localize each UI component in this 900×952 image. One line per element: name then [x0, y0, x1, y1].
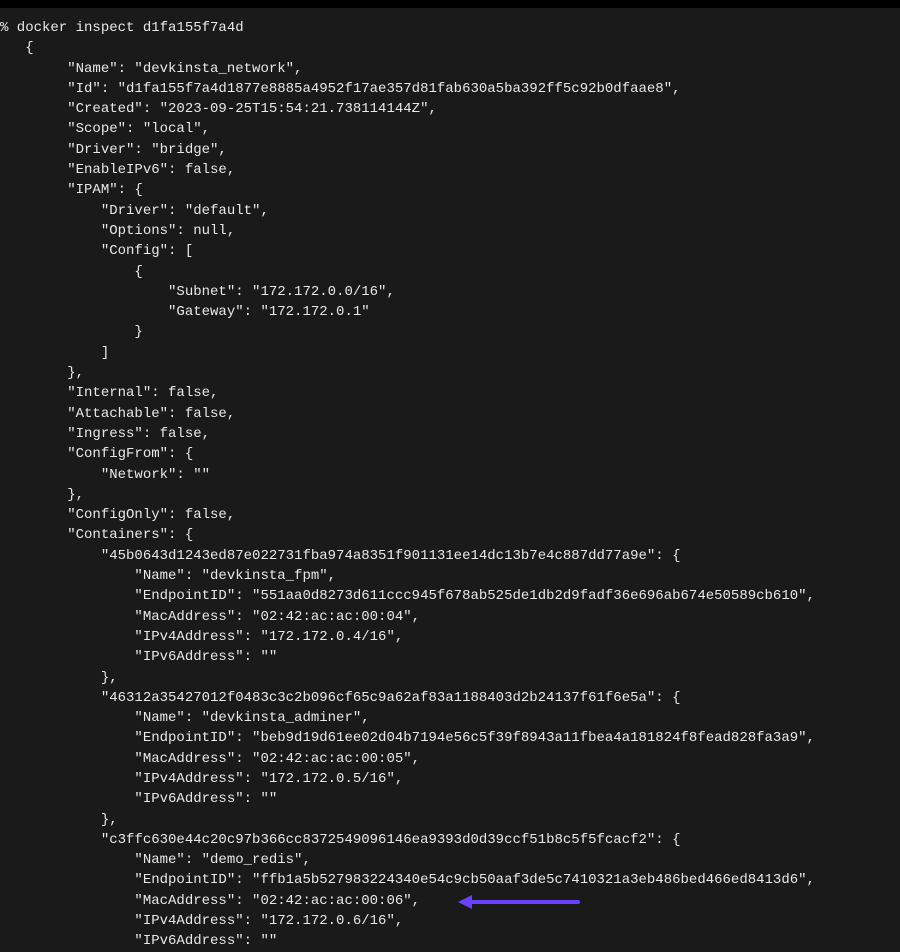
output-line: "45b0643d1243ed87e022731fba974a8351f9011…	[0, 546, 900, 566]
output-line: "Gateway": "172.172.0.1"	[0, 302, 900, 322]
output-line: "IPv4Address": "172.172.0.6/16",	[0, 911, 900, 931]
output-line: "Created": "2023-09-25T15:54:21.73811414…	[0, 99, 900, 119]
terminal-output[interactable]: % docker inspect d1fa155f7a4d { "Name": …	[0, 8, 900, 952]
output-line: },	[0, 363, 900, 383]
output-line: "EnableIPv6": false,	[0, 160, 900, 180]
output-line: "Internal": false,	[0, 383, 900, 403]
window-top-bar	[0, 0, 900, 8]
output-line: "Name": "devkinsta_fpm",	[0, 566, 900, 586]
command-line: % docker inspect d1fa155f7a4d	[0, 18, 900, 38]
output-line: "Network": ""	[0, 465, 900, 485]
output-line: "Driver": "bridge",	[0, 140, 900, 160]
output-line: "46312a35427012f0483c3c2b096cf65c9a62af8…	[0, 688, 900, 708]
output-line: "Name": "devkinsta_network",	[0, 59, 900, 79]
output-line: {	[0, 38, 900, 58]
output-line: "Subnet": "172.172.0.0/16",	[0, 282, 900, 302]
output-line: "IPv4Address": "172.172.0.5/16",	[0, 769, 900, 789]
output-line: "IPv6Address": ""	[0, 789, 900, 809]
output-line: "c3ffc630e44c20c97b366cc8372549096146ea9…	[0, 830, 900, 850]
output-line: "Name": "devkinsta_adminer",	[0, 708, 900, 728]
output-line: "Driver": "default",	[0, 201, 900, 221]
output-line: "EndpointID": "ffb1a5b527983224340e54c9c…	[0, 870, 900, 890]
highlight-arrow-icon	[458, 895, 580, 909]
output-line: },	[0, 485, 900, 505]
output-line: "Config": [	[0, 241, 900, 261]
output-line: "EndpointID": "beb9d19d61ee02d04b7194e56…	[0, 728, 900, 748]
output-line: },	[0, 810, 900, 830]
output-line: "IPAM": {	[0, 180, 900, 200]
output-line: "Scope": "local",	[0, 119, 900, 139]
output-line: },	[0, 668, 900, 688]
output-line: "Name": "demo_redis",	[0, 850, 900, 870]
output-line: "EndpointID": "551aa0d8273d611ccc945f678…	[0, 586, 900, 606]
output-line: }	[0, 322, 900, 342]
output-line: {	[0, 262, 900, 282]
output-line: "Containers": {	[0, 525, 900, 545]
output-line: "MacAddress": "02:42:ac:ac:00:04",	[0, 607, 900, 627]
output-line: "ConfigOnly": false,	[0, 505, 900, 525]
output-line: "MacAddress": "02:42:ac:ac:00:05",	[0, 749, 900, 769]
output-line: "ConfigFrom": {	[0, 444, 900, 464]
output-line: "IPv4Address": "172.172.0.4/16",	[0, 627, 900, 647]
output-line: "IPv6Address": ""	[0, 647, 900, 667]
output-line: ]	[0, 343, 900, 363]
output-line: "IPv6Address": ""	[0, 931, 900, 951]
output-line: "Attachable": false,	[0, 404, 900, 424]
output-line: "Ingress": false,	[0, 424, 900, 444]
output-line: "Options": null,	[0, 221, 900, 241]
output-line: "Id": "d1fa155f7a4d1877e8885a4952f17ae35…	[0, 79, 900, 99]
output-line: "MacAddress": "02:42:ac:ac:00:06",	[0, 891, 900, 911]
